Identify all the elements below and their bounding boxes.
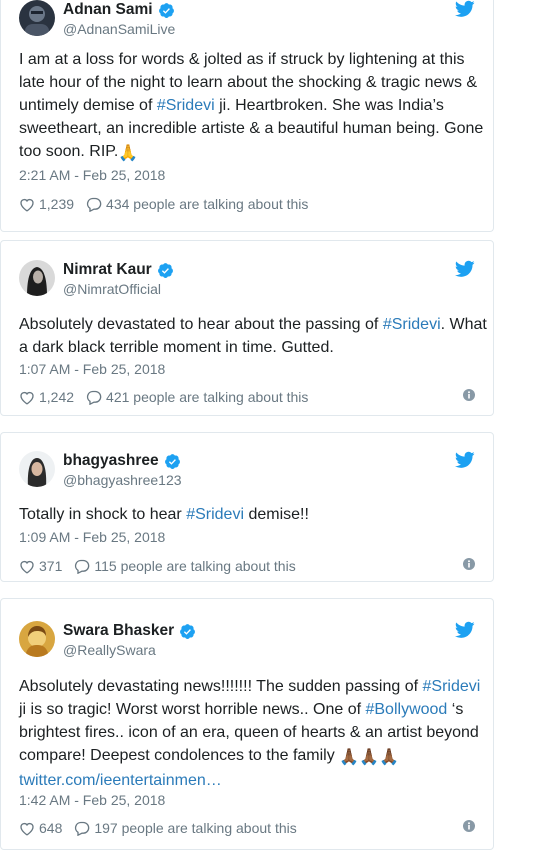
verified-icon [158,2,174,18]
conversation-link[interactable]: 115 people are talking about this [74,558,296,574]
url-link[interactable]: twitter.com/ieentertainmen… [19,772,222,789]
comment-icon [86,197,102,212]
like-count: 371 [39,558,63,574]
hashtag-link[interactable]: #Sridevi [423,678,481,695]
author-handle[interactable]: @bhagyashree123 [63,471,182,490]
like-count: 1,239 [39,196,75,212]
twitter-bird-icon[interactable] [455,0,475,18]
conversation-link[interactable]: 421 people are talking about this [86,389,308,405]
talking-count: 434 people are talking about this [106,196,309,212]
comment-icon [86,390,102,405]
heart-icon [20,198,34,212]
tweet-text: Absolutely devastating news!!!!!!! The s… [19,678,481,789]
tweet-actions: 1,242 421 people are talking about this [19,387,475,407]
talking-count: 115 people are talking about this [94,558,296,574]
talking-count: 421 people are talking about this [106,389,309,405]
author-name[interactable]: bhagyashree [63,451,159,471]
tweet-timestamp[interactable]: 1:42 AM - Feb 25, 2018 [19,791,165,809]
twitter-bird-icon[interactable] [455,451,475,469]
hashtag-link[interactable]: #Sridevi [186,506,244,523]
hashtag-link[interactable]: #Sridevi [157,97,215,114]
verified-icon [164,453,180,469]
avatar[interactable] [19,621,55,657]
author-handle[interactable]: @NimratOfficial [63,280,174,299]
info-icon[interactable] [463,820,475,832]
tweet-timestamp[interactable]: 2:21 AM - Feb 25, 2018 [19,166,165,184]
like-button[interactable]: 1,242 [19,389,74,405]
author-handle[interactable]: @AdnanSamiLive [63,20,175,39]
tweet-card: Swara Bhasker @ReallySwara Absolutely de… [0,598,494,850]
author-name[interactable]: Adnan Sami [63,0,153,20]
conversation-link[interactable]: 197 people are talking about this [74,820,297,836]
tweet-text: Totally in shock to hear #Sridevi demise… [19,506,309,523]
talking-count: 197 people are talking about this [94,820,297,836]
tweet-header: Nimrat Kaur @NimratOfficial [19,260,475,300]
author-handle[interactable]: @ReallySwara [63,641,196,660]
twitter-bird-icon[interactable] [455,621,475,639]
like-button[interactable]: 1,239 [19,196,74,212]
tweet-actions: 1,239 434 people are talking about this [19,194,475,214]
verified-icon [180,623,196,639]
twitter-bird-icon[interactable] [455,260,475,278]
folded-hands-emoji: 🙏🏾🙏🏾🙏🏾 [339,749,399,766]
author-name[interactable]: Nimrat Kaur [63,260,152,280]
tweet-text: I am at a loss for words & jolted as if … [19,48,489,165]
like-count: 1,242 [39,389,75,405]
tweet-actions: 648 197 people are talking about this [19,818,475,838]
heart-icon [20,391,34,405]
avatar[interactable] [19,0,55,36]
tweet-timestamp[interactable]: 1:07 AM - Feb 25, 2018 [19,360,165,378]
verified-icon [157,262,173,278]
hashtag-link[interactable]: #Sridevi [383,316,441,333]
tweet-card: Adnan Sami @AdnanSamiLive I am at a loss… [0,0,494,232]
heart-icon [20,822,34,836]
conversation-link[interactable]: 434 people are talking about this [86,196,308,212]
info-icon[interactable] [463,558,475,570]
tweet-card: Nimrat Kaur @NimratOfficial Absolutely d… [0,240,494,416]
comment-icon [75,559,90,574]
tweet-actions: 371 115 people are talking about this [19,556,475,576]
tweet-header: Swara Bhasker @ReallySwara [19,621,475,661]
tweet-card: bhagyashree @bhagyashree123 Totally in s… [0,432,494,582]
tweet-header: Adnan Sami @AdnanSamiLive [19,0,475,40]
tweet-timestamp[interactable]: 1:09 AM - Feb 25, 2018 [19,528,165,546]
like-count: 648 [39,820,63,836]
heart-icon [20,560,34,574]
hashtag-link[interactable]: #Bollywood [365,701,447,718]
comment-icon [75,821,90,836]
like-button[interactable]: 371 [19,558,62,574]
author-name[interactable]: Swara Bhasker [63,621,174,641]
avatar[interactable] [19,260,55,296]
like-button[interactable]: 648 [19,820,62,836]
info-icon[interactable] [463,389,475,401]
tweet-text: Absolutely devastated to hear about the … [19,316,487,356]
tweet-header: bhagyashree @bhagyashree123 [19,451,475,491]
avatar[interactable] [19,451,55,487]
folded-hands-emoji: 🙏 [118,145,139,162]
